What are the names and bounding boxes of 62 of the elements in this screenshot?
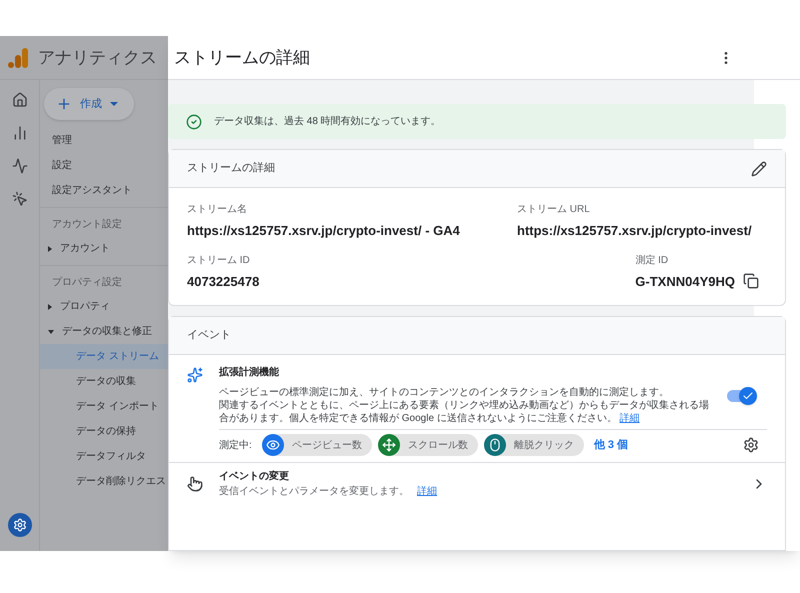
more-link[interactable]: 他 3 個 [594, 436, 628, 454]
field-label: ストリーム URL [517, 203, 591, 217]
pointer-hand-icon [187, 476, 203, 492]
nav-subitem[interactable]: データ削除リクエス [40, 469, 168, 494]
home-icon[interactable] [12, 92, 28, 108]
create-button[interactable]: 作成 [44, 88, 134, 120]
details-link[interactable]: 詳細 [417, 484, 437, 499]
caret-icon [48, 246, 52, 252]
nav-subitem[interactable]: データ インポート [40, 394, 168, 419]
mouse-icon [488, 438, 502, 452]
caret-icon [48, 304, 52, 310]
description-text: 関連するイベントとともに、ページ上にある要素（リンクや埋め込み動画など）からもデータが収集される場合があります。個人を特定できる情報が Google に送信されないようにご注意ください。 詳細 [219, 399, 710, 425]
reports-icon[interactable] [12, 125, 28, 141]
nav-subitem[interactable]: データの収集 [40, 369, 168, 394]
metric-chip: スクロール数 [378, 434, 478, 456]
check-icon [742, 390, 754, 402]
plus-icon [56, 96, 72, 112]
field-value: https://xs125757.xsrv.jp/crypto-invest/ [517, 222, 752, 240]
explore-icon[interactable] [12, 158, 28, 174]
field-label: ストリーム名 [187, 203, 248, 217]
advertising-icon[interactable] [12, 191, 28, 207]
nav-item[interactable]: 管理 [40, 128, 168, 153]
edit-icon[interactable] [751, 160, 767, 176]
field-label: 測定 ID [635, 254, 670, 268]
status-message: データ収集は、過去 48 時間有効になっています。 [214, 114, 441, 129]
settings-icon [12, 518, 26, 532]
card-title: イベント [187, 328, 231, 344]
row-title: イベントの変更 [219, 469, 290, 484]
app-title: アナリティクス [38, 46, 157, 69]
measuring-label: 測定中: [219, 438, 252, 452]
nav-subitem[interactable]: データの保持 [40, 419, 168, 444]
nav-section-heading: プロパティ設定 [51, 276, 123, 290]
metric-chip: 離脱クリック [484, 434, 584, 456]
bar-chart-logo [8, 46, 30, 68]
eye-icon [266, 438, 280, 452]
nav-item[interactable]: 設定 [40, 153, 168, 178]
row-description: 受信イベントとパラメータを変更します。 [219, 484, 409, 499]
panel-title: ストリームの詳細 [174, 46, 310, 69]
nav-subitem[interactable]: データフィルタ [40, 444, 168, 469]
field-value: G-TXNN04Y9HQ [635, 272, 735, 290]
field-value: 4073225478 [187, 272, 260, 290]
settings-button[interactable] [8, 513, 32, 537]
card-title: ストリームの詳細 [187, 161, 275, 176]
metric-chip: ページビュー数 [262, 434, 372, 456]
settings-icon[interactable] [743, 437, 759, 453]
copy-icon[interactable] [743, 273, 759, 290]
details-link[interactable]: 詳細 [620, 413, 640, 424]
caret-icon [48, 330, 54, 334]
field-label: ストリーム ID [187, 254, 251, 268]
nav-item[interactable]: データの収集と修正 [40, 319, 168, 344]
caret-icon [110, 102, 118, 106]
sparkle-icon [187, 367, 203, 383]
nav-section-heading: アカウント設定 [51, 218, 123, 232]
move-arrows-icon [382, 438, 396, 452]
section-title: 拡張計測機能 [219, 366, 280, 380]
nav-item[interactable]: 設定アシスタント [40, 178, 168, 203]
description-text: ページビューの標準測定に加え、サイトのコンテンツとのインタラクションを自動的に測定します。 [219, 386, 670, 399]
modify-events-row[interactable]: イベントの変更 受信イベントとパラメータを変更します。 詳細 [169, 463, 785, 505]
nav-item[interactable]: プロパティ [40, 294, 168, 319]
check-circle-icon [186, 114, 202, 130]
nav-item[interactable]: アカウント [40, 236, 168, 261]
field-value: https://xs125757.xsrv.jp/crypto-invest/ - GA4 [187, 222, 460, 240]
